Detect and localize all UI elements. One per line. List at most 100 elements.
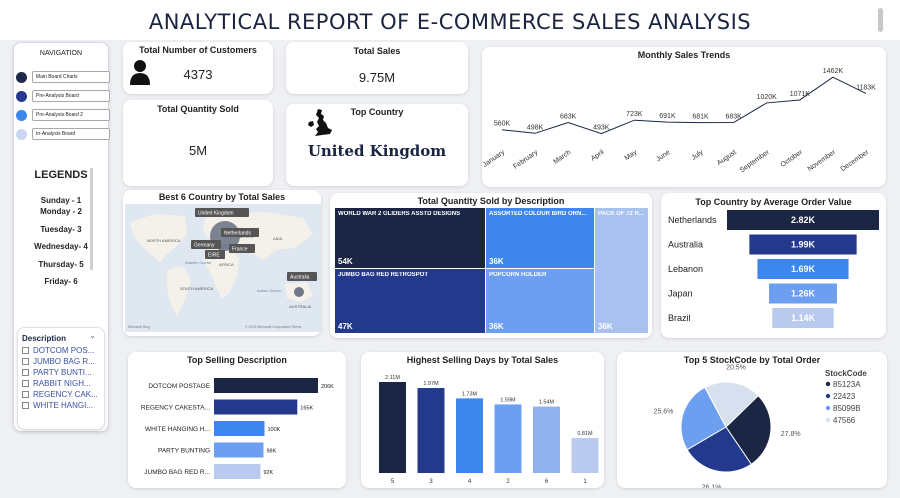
checkbox-icon (22, 391, 29, 398)
line-x-tick-label: May (624, 149, 639, 163)
report-header: ANALYTICAL REPORT OF E-COMMERCE SALES AN… (0, 0, 900, 40)
line-data-label: 691K (659, 113, 676, 120)
slicer-option[interactable]: RABBIT NIGH... (22, 378, 98, 389)
kpi-customers-label: Total Number of Customers (139, 45, 257, 55)
legend-item: Sunday - 1 (40, 196, 82, 205)
map-label-eire: EIRE (208, 253, 220, 259)
map-geo-label: AUSTRALIA (289, 304, 312, 309)
selling-days-card: Highest Selling Days by Total Sales 2.11… (361, 352, 604, 488)
checkbox-icon (22, 369, 29, 376)
treemap-cell[interactable]: WORLD WAR 2 GLIDERS ASSTD DESIGNS 54K (335, 208, 485, 268)
slicer-option-label: WHITE HANGI... (33, 401, 93, 410)
vbar-x-tick-label: 3 (429, 479, 433, 485)
vbar-data-label: 1.54M (539, 400, 555, 406)
treemap-cell[interactable]: POPCORN HOLDER 36K (486, 269, 594, 333)
legend-item: Wednesday- 4 (34, 242, 88, 251)
vbar-data-label: 0.81M (577, 431, 593, 437)
monthly-sales-chart: 560K January 498K February 683K March 493K Apri… (482, 68, 876, 175)
world-map[interactable]: NORTH AMERICA EUROPE ASIA AFRICA SOUTH A… (125, 204, 321, 332)
nav-dot-icon (16, 71, 27, 83)
checkbox-icon (22, 380, 29, 387)
map-label-netherlands: Netherlands (224, 231, 251, 237)
checkbox-icon (22, 358, 29, 365)
legend-scrollbar[interactable] (90, 168, 93, 270)
vbar-bar (379, 382, 406, 473)
vbar-bar (533, 406, 560, 473)
nav-button-label: Pre-Analysis Board (32, 90, 110, 102)
treemap-cell-label: WORLD WAR 2 GLIDERS ASSTD DESIGNS (338, 211, 461, 217)
pie-legend-marker (825, 381, 831, 387)
treemap-cell-value: 36K (489, 257, 504, 266)
treemap-cell[interactable]: ASSORTED COLOUR BIRD ORN... 36K (486, 208, 594, 268)
nav-item-main-board[interactable]: Main Board Charts (16, 71, 110, 83)
nav-item-pre-analysis-2[interactable]: Pre-Analysis Board 2 (16, 109, 110, 121)
treemap-title: Total Quantity Sold by Description (417, 196, 565, 206)
nav-item-in-analysis[interactable]: In-Analysis Board (16, 128, 110, 140)
treemap-cell[interactable]: JUMBO BAG RED RETROSPOT 47K (335, 269, 485, 333)
treemap-cell-label: POPCORN HOLDER (489, 272, 547, 278)
pie-data-label: 25.6% (654, 408, 674, 415)
line-x-tick-label: June (655, 149, 672, 164)
pie-data-label: 20.5% (726, 365, 746, 372)
selling-days-chart: 2.11M 5 1.97M 3 1.73M 4 1.59M 2 1.54M 6 0.81M 1 (379, 375, 599, 485)
navigation-title: NAVIGATION (39, 50, 83, 57)
pie-legend-label: 22423 (833, 392, 856, 401)
chevron-down-icon[interactable]: ⌄ (89, 331, 96, 340)
treemap-cell-value: 36K (598, 322, 613, 331)
line-data-label: 1462K (823, 68, 844, 75)
hbar-bar (214, 442, 264, 458)
vbar-x-tick-label: 5 (391, 479, 395, 485)
funnel-country-label: Netherlands (668, 215, 717, 225)
hbar-category-label: DOTCOM POSTAGE (148, 383, 210, 390)
slicer-option[interactable]: JUMBO BAG R... (22, 356, 98, 367)
treemap-cell-value: 47K (338, 322, 353, 331)
vbar-bar (456, 398, 483, 473)
map-geo-label: AFRICA (219, 262, 234, 267)
kpi-customers-card: Total Number of Customers 4373 (123, 42, 273, 94)
vbar-x-tick-label: 6 (545, 479, 549, 485)
kpi-quantity-label: Total Quantity Sold (157, 104, 239, 114)
treemap-cell-label: JUMBO BAG RED RETROSPOT (338, 272, 429, 278)
kpi-sales-label: Total Sales (353, 46, 401, 56)
pie-data-label: 27.8% (781, 431, 801, 438)
line-data-label: 1071K (790, 91, 811, 98)
legend-item: Monday - 2 (40, 207, 82, 216)
page-scrollbar[interactable] (878, 8, 883, 32)
treemap-cell-value: 36K (489, 322, 504, 331)
vbar-data-label: 1.97M (423, 381, 439, 387)
funnel-country-label: Lebanon (668, 264, 703, 274)
line-x-tick-label: January (482, 149, 507, 169)
slicer-option[interactable]: DOTCOM POS... (22, 345, 98, 356)
slicer-option[interactable]: REGENCY CAK... (22, 389, 98, 400)
hbar-data-label: 92K (263, 470, 273, 476)
nav-dot-icon (16, 128, 27, 140)
map-geo-label: Indian Ocean (257, 288, 281, 293)
hbar-data-label: 206K (321, 384, 334, 390)
slicer-option-label: REGENCY CAK... (33, 390, 98, 399)
hbar-data-label: 165K (300, 406, 313, 412)
pie-legend-label: 47566 (833, 416, 856, 425)
kpi-quantity-value: 5M (188, 143, 208, 158)
hbar-category-label: WHITE HANGING H... (145, 426, 210, 433)
line-x-tick-label: September (739, 149, 772, 175)
slicer-option-label: DOTCOM POS... (33, 346, 95, 355)
line-data-label: 681K (692, 114, 709, 121)
nav-item-pre-analysis[interactable]: Pre-Analysis Board (16, 90, 110, 102)
report-title: ANALYTICAL REPORT OF E-COMMERCE SALES AN… (148, 10, 752, 34)
hbar-category-label: PARTY BUNTING (158, 448, 210, 455)
pie-legend-title: StockCode (825, 369, 867, 378)
pie-legend-marker (825, 393, 831, 399)
hbar-data-label: 100K (267, 427, 280, 433)
map-label-france: France (232, 247, 248, 253)
line-data-label: 683K (560, 114, 577, 121)
line-data-label: 498K (527, 124, 544, 131)
kpi-sales-card: Total Sales 9.75M (286, 42, 468, 94)
treemap-cell[interactable]: PACK OF 72 R... 36K (595, 208, 648, 333)
legend-item: Friday- 6 (44, 277, 78, 286)
pie-legend-label: 85099B (833, 404, 861, 413)
monthly-sales-card: Monthly Sales Trends 560K January 498K Febr… (482, 47, 886, 187)
slicer-option[interactable]: WHITE HANGI... (22, 400, 98, 411)
slicer-option[interactable]: PARTY BUNTI... (22, 367, 98, 378)
hbar-bar (214, 421, 265, 436)
vbar-data-label: 1.73M (462, 391, 478, 397)
